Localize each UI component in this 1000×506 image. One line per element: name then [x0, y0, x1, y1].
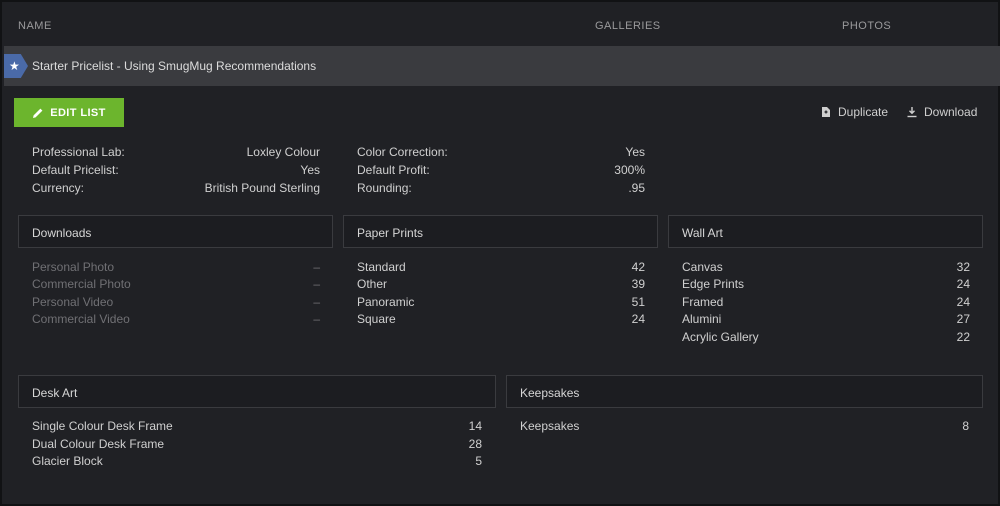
section-title: Paper Prints	[357, 226, 424, 240]
item-value: –	[313, 260, 320, 274]
column-header: NAME GALLERIES PHOTOS	[2, 2, 1000, 46]
pricelist-title[interactable]: Starter Pricelist - Using SmugMug Recomm…	[32, 59, 316, 73]
item-value: –	[313, 295, 320, 309]
item-label: Keepsakes	[520, 419, 580, 433]
edit-list-button[interactable]: EDIT LIST	[14, 98, 124, 127]
list-item: Panoramic 51	[357, 295, 645, 311]
list-item: Alumini 27	[682, 312, 970, 328]
item-value: –	[313, 312, 320, 326]
item-value: 39	[631, 277, 645, 291]
list-item: Keepsakes 8	[520, 419, 969, 435]
download-icon	[907, 107, 917, 118]
item-value: 24	[956, 277, 970, 291]
list-item: Personal Photo –	[32, 260, 320, 276]
pencil-icon	[33, 108, 43, 118]
list-item: Personal Video –	[32, 295, 320, 311]
detail-currency: Currency: British Pound Sterling	[32, 181, 320, 197]
item-label: Alumini	[682, 312, 722, 326]
detail-label: Color Correction:	[357, 145, 448, 159]
item-value: 32	[956, 260, 970, 274]
detail-color-correction: Color Correction: Yes	[357, 145, 645, 161]
item-label: Personal Photo	[32, 260, 115, 274]
detail-label: Professional Lab:	[32, 145, 125, 159]
list-item: Other 39	[357, 277, 645, 293]
list-item: Commercial Video –	[32, 312, 320, 328]
detail-value: Loxley Colour	[246, 145, 320, 159]
section-title: Keepsakes	[520, 386, 580, 400]
detail-label: Default Pricelist:	[32, 163, 119, 177]
item-value: 28	[468, 437, 482, 451]
list-item: Standard 42	[357, 260, 645, 276]
detail-label: Default Profit:	[357, 163, 430, 177]
list-item: Single Colour Desk Frame 14	[32, 419, 482, 435]
item-value: 24	[956, 295, 970, 309]
duplicate-label: Duplicate	[838, 105, 889, 119]
pricelist-panel: NAME GALLERIES PHOTOS ★ Starter Pricelis…	[0, 0, 1000, 506]
item-label: Framed	[682, 295, 724, 309]
item-value: 51	[631, 295, 645, 309]
column-galleries[interactable]: GALLERIES	[595, 20, 661, 32]
detail-professional-lab: Professional Lab: Loxley Colour	[32, 145, 320, 161]
item-value: 8	[962, 419, 969, 433]
detail-rounding: Rounding: .95	[357, 181, 645, 197]
detail-label: Currency:	[32, 181, 85, 195]
section-downloads-header: Downloads	[18, 215, 333, 248]
section-title: Wall Art	[682, 226, 723, 240]
item-value: –	[313, 277, 320, 291]
star-icon: ★	[4, 54, 28, 78]
detail-value: 300%	[614, 163, 645, 177]
section-keepsakes-header: Keepsakes	[506, 375, 983, 408]
duplicate-button[interactable]: Duplicate	[820, 105, 888, 119]
list-item: Commercial Photo –	[32, 277, 320, 293]
download-label: Download	[924, 105, 978, 119]
item-label: Standard	[357, 260, 406, 274]
duplicate-icon	[822, 107, 830, 117]
column-photos[interactable]: PHOTOS	[842, 20, 891, 32]
list-item: Glacier Block 5	[32, 454, 482, 470]
item-label: Canvas	[682, 260, 723, 274]
item-value: 27	[956, 312, 970, 326]
detail-value: .95	[628, 181, 645, 195]
list-item: Acrylic Gallery 22	[682, 330, 970, 346]
list-item: Edge Prints 24	[682, 277, 970, 293]
section-paper-prints-header: Paper Prints	[343, 215, 658, 248]
detail-default-pricelist: Default Pricelist: Yes	[32, 163, 320, 179]
section-title: Downloads	[32, 226, 92, 240]
list-item: Canvas 32	[682, 260, 970, 276]
item-label: Panoramic	[357, 295, 415, 309]
item-label: Single Colour Desk Frame	[32, 419, 173, 433]
item-label: Edge Prints	[682, 277, 745, 291]
item-label: Dual Colour Desk Frame	[32, 437, 165, 451]
detail-label: Rounding:	[357, 181, 412, 195]
item-label: Commercial Photo	[32, 277, 131, 291]
item-value: 5	[475, 454, 482, 468]
section-title: Desk Art	[32, 386, 78, 400]
section-wall-art-header: Wall Art	[668, 215, 983, 248]
item-label: Other	[357, 277, 388, 291]
download-button[interactable]: Download	[906, 105, 977, 119]
column-name[interactable]: NAME	[18, 20, 52, 32]
detail-value: Yes	[300, 163, 320, 177]
list-item: Framed 24	[682, 295, 970, 311]
list-item: Dual Colour Desk Frame 28	[32, 437, 482, 453]
edit-list-label: EDIT LIST	[50, 106, 106, 119]
item-value: 42	[631, 260, 645, 274]
list-item: Square 24	[357, 312, 645, 328]
section-desk-art-header: Desk Art	[18, 375, 496, 408]
detail-value: British Pound Sterling	[204, 181, 320, 195]
detail-value: Yes	[625, 145, 645, 159]
item-label: Personal Video	[32, 295, 114, 309]
item-value: 24	[631, 312, 645, 326]
pricelist-row[interactable]: ★ Starter Pricelist - Using SmugMug Reco…	[4, 46, 1000, 86]
item-value: 22	[956, 330, 970, 344]
detail-default-profit: Default Profit: 300%	[357, 163, 645, 179]
item-label: Square	[357, 312, 396, 326]
item-value: 14	[468, 419, 482, 433]
item-label: Commercial Video	[32, 312, 130, 326]
item-label: Acrylic Gallery	[682, 330, 759, 344]
item-label: Glacier Block	[32, 454, 103, 468]
